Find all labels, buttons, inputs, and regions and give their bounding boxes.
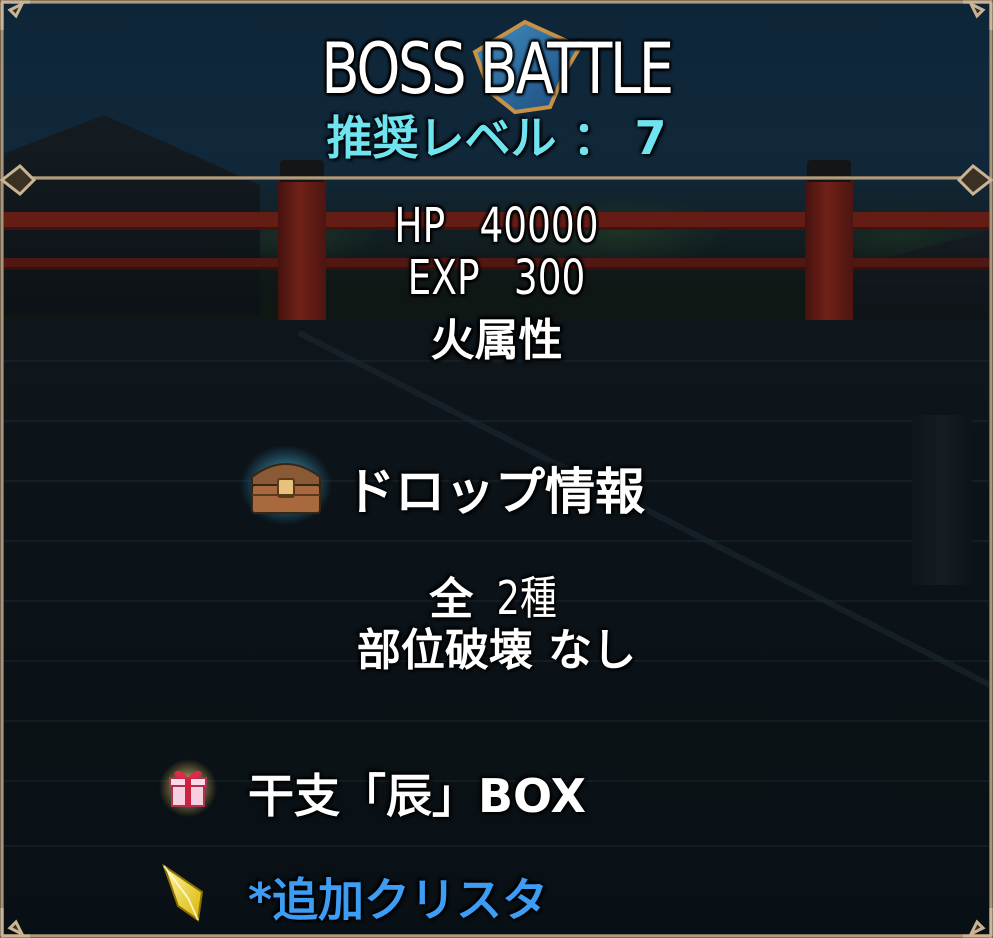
- item-zodiac-box: 干支「辰」BOX: [248, 769, 586, 823]
- frame-ornament-icon: [963, 0, 993, 30]
- recommended-level-separator: ：: [572, 111, 619, 165]
- item-extra-crystal: *追加クリスタ: [248, 873, 549, 927]
- part-break-value: なし: [548, 625, 637, 676]
- exp-row: EXP 300: [109, 250, 884, 306]
- battle-title: BOSS BATTLE: [321, 28, 674, 110]
- exp-value: 300: [513, 250, 586, 306]
- part-break: 部位破壊 なし: [0, 614, 993, 678]
- hp-label: HP: [394, 198, 446, 254]
- gift-box-icon: [159, 759, 217, 817]
- recommended-level-label: 推奨レベル: [326, 111, 557, 165]
- frame-ornament-icon: [0, 908, 30, 938]
- recommended-level-value: 7: [634, 111, 667, 165]
- drop-info-title: ドロップ情報: [345, 463, 645, 521]
- part-break-label: 部位破壊: [356, 625, 533, 676]
- exp-label: EXP: [407, 250, 480, 306]
- crystal-icon: [162, 863, 204, 922]
- frame-top: [0, 0, 993, 4]
- frame-ornament-icon: [963, 908, 993, 938]
- boss-battle-screen: BOSS BATTLE 推奨レベル ： 7 HP 40000 EXP 300 火属性…: [0, 0, 993, 938]
- frame-ornament-icon: [0, 0, 30, 30]
- hp-row: HP 40000: [109, 198, 884, 254]
- frame-bottom: [0, 934, 993, 938]
- hp-value: 40000: [479, 198, 599, 254]
- element-attribute: 火属性: [430, 315, 563, 366]
- recommended-level: 推奨レベル ： 7: [0, 102, 993, 168]
- treasure-chest-icon: [240, 445, 332, 525]
- frame-divider: [0, 176, 993, 180]
